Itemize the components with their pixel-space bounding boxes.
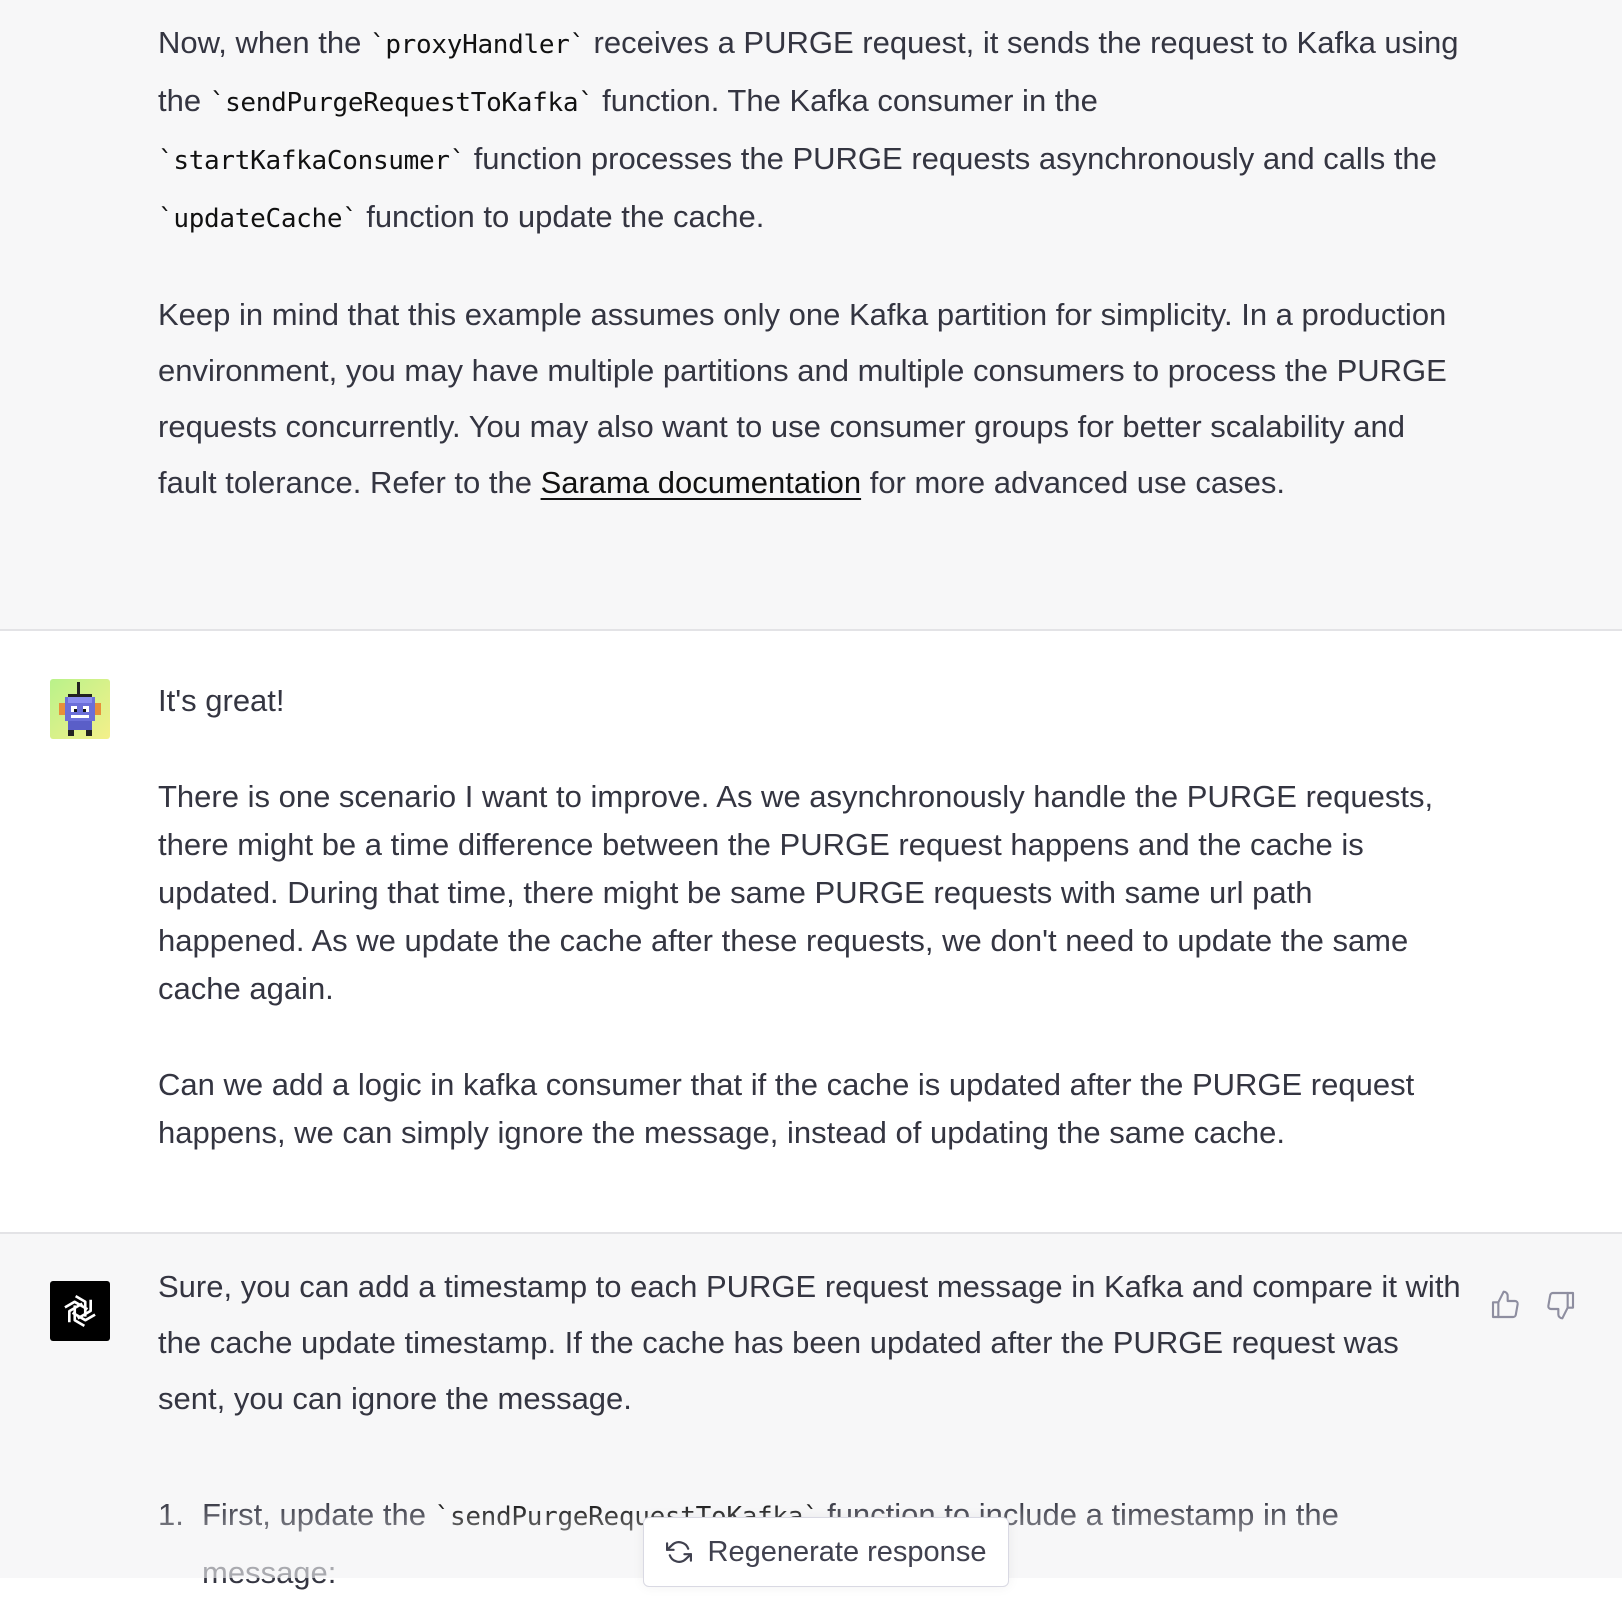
assistant-message-previous: Now, when the `proxyHandler` receives a … <box>0 0 1622 629</box>
inline-code: `updateCache` <box>158 204 358 234</box>
paragraph: Now, when the `proxyHandler` receives a … <box>158 15 1463 247</box>
thumbs-down-icon <box>1547 1291 1575 1320</box>
openai-logo-icon <box>64 1294 96 1328</box>
sarama-documentation-link[interactable]: Sarama documentation <box>541 465 862 500</box>
text: Now, when the <box>158 25 370 60</box>
thumbs-up-button[interactable] <box>1488 1288 1522 1322</box>
user-message: It's great! There is one scenario I want… <box>0 631 1622 1232</box>
text: function processes the PURGE requests as… <box>465 141 1437 176</box>
message-content: It's great! There is one scenario I want… <box>158 677 1463 1157</box>
thumbs-down-button[interactable] <box>1544 1288 1578 1322</box>
text: for more advanced use cases. <box>861 465 1285 500</box>
paragraph: Can we add a logic in kafka consumer tha… <box>158 1067 1415 1150</box>
regenerate-response-button[interactable]: Regenerate response <box>643 1517 1009 1587</box>
message-content: Now, when the `proxyHandler` receives a … <box>158 15 1463 511</box>
refresh-icon <box>665 1541 692 1563</box>
text: First, update the <box>202 1497 435 1532</box>
paragraph: It's great! <box>158 683 285 718</box>
text: function. The Kafka consumer in the <box>593 83 1098 118</box>
paragraph: Sure, you can add a timestamp to each PU… <box>158 1269 1461 1416</box>
paragraph: Keep in mind that this example assumes o… <box>158 287 1463 511</box>
pixel-avatar-icon <box>50 679 110 739</box>
regenerate-label: Regenerate response <box>707 1535 987 1568</box>
user-avatar <box>50 679 110 739</box>
feedback-buttons <box>1488 1288 1578 1322</box>
thumbs-up-icon <box>1491 1290 1519 1319</box>
paragraph: There is one scenario I want to improve.… <box>158 779 1434 1006</box>
list-number: 1. <box>158 1497 184 1532</box>
inline-code: `proxyHandler` <box>369 30 585 60</box>
text: function to update the cache. <box>357 199 765 234</box>
message-content: Sure, you can add a timestamp to each PU… <box>158 1259 1463 1427</box>
inline-code: `startKafkaConsumer` <box>158 146 466 176</box>
assistant-avatar <box>50 1281 110 1341</box>
inline-code: `sendPurgeRequestToKafka` <box>209 88 594 118</box>
